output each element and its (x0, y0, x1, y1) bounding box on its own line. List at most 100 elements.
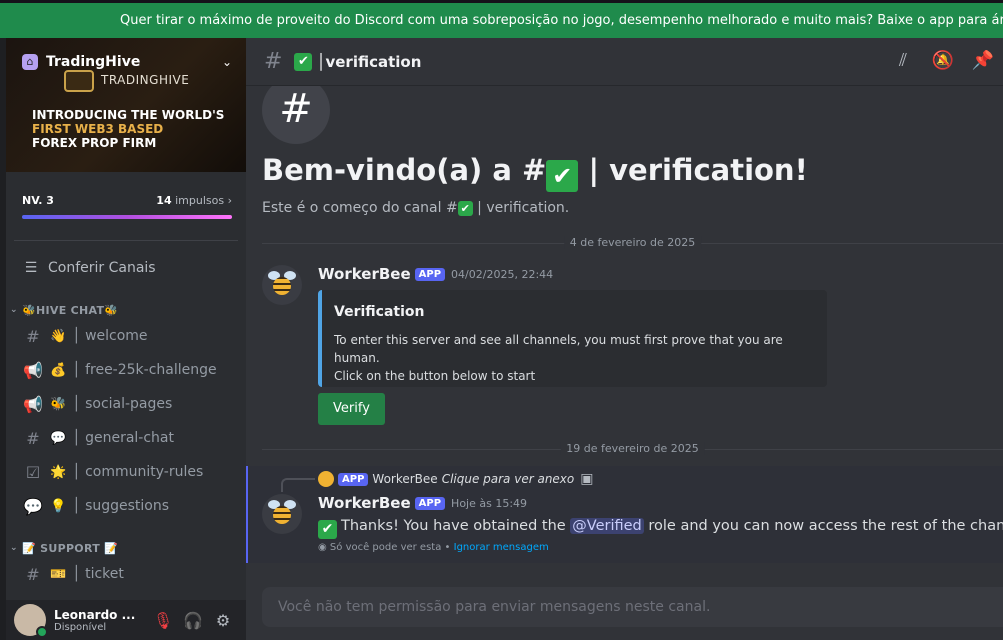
forum-icon: 💬 (23, 496, 43, 516)
channel-emoji: 🌟 (50, 464, 67, 480)
date-divider: 4 de fevereiro de 2025 (262, 236, 1003, 250)
channel-label: │ welcome (72, 328, 148, 344)
app-badge: APP (338, 472, 369, 486)
chevron-down-icon[interactable]: ⌄ (222, 55, 232, 69)
channel-title: │verification (316, 52, 422, 71)
eye-icon: ◉ (318, 542, 327, 553)
server-home-icon: ⌂ (22, 54, 38, 70)
avatar[interactable] (14, 604, 48, 638)
reply-author: WorkerBee (372, 472, 438, 486)
reply-reference[interactable]: APP WorkerBee Clique para ver anexo ▣ (318, 471, 593, 487)
welcome-subtitle: Este é o começo do canal # ✔ | verificati… (262, 200, 570, 216)
desktop-app-banner[interactable]: Quer tirar o máximo de proveito do Disco… (0, 0, 1003, 38)
online-status-icon (36, 626, 48, 638)
channel-label: │ general-chat (72, 430, 174, 446)
server-header[interactable]: ⌂ TradingHive ⌄ (6, 52, 246, 72)
channel-header: # ✔ │verification ⫽ 🔕 📌 (246, 38, 1003, 86)
timestamp: 04/02/2025, 22:44 (451, 267, 554, 281)
hash-icon: # (264, 49, 283, 74)
dismiss-message-link[interactable]: Ignorar mensagem (454, 542, 549, 553)
workerbee-avatar[interactable] (262, 265, 302, 305)
megaphone-icon: 📢 (23, 360, 43, 380)
mic-muted-icon[interactable]: 🎙 (148, 611, 178, 630)
verification-embed: Verification To enter this server and se… (318, 290, 827, 387)
channel-item-community-rules[interactable]: ☑ 🌟 │ community-rules (14, 455, 238, 489)
channel-emoji: 🎫 (50, 566, 67, 582)
category-support[interactable]: ⌄ 📝 SUPPORT 📝 (6, 539, 246, 557)
author-name[interactable]: WorkerBee (318, 494, 411, 512)
banner-headline-3: FOREX PROP FIRM (32, 136, 157, 150)
channel-sidebar: ⌂ TradingHive ⌄ TRADINGHIVE INTRODUCING … (6, 38, 246, 640)
channel-label: │ community-rules (72, 464, 204, 480)
user-panel: Leonardo ... Disponível 🎙 🎧 ⚙ (6, 600, 246, 640)
pin-icon[interactable]: 📌 (963, 50, 1003, 71)
sidebar-divider (14, 240, 238, 241)
channel-label: │ free-25k-challenge (72, 362, 217, 378)
channel-label: │ ticket (72, 566, 124, 582)
message-header: WorkerBee APP Hoje às 15:49 (318, 494, 527, 512)
ephemeral-notice: ◉ Só você pode ver esta • Ignorar mensag… (318, 542, 549, 553)
rules-icon: ☑ (25, 462, 41, 482)
category-hive-chat[interactable]: ⌄ 🐝HIVE CHAT🐝 (6, 301, 246, 319)
browse-channels-button[interactable]: ☰ Conferir Canais (14, 251, 238, 285)
hash-icon: # (26, 428, 40, 448)
channel-emoji: 🐝 (50, 396, 67, 412)
message-text: ✔ Thanks! You have obtained the @Verified… (318, 518, 1003, 539)
channel-item-free-25k-challenge[interactable]: 📢 💰 │ free-25k-challenge (14, 353, 238, 387)
reply-attachment-link[interactable]: Clique para ver anexo (442, 472, 575, 486)
hash-icon: # (26, 564, 40, 584)
app-badge: APP (414, 267, 446, 281)
threads-icon[interactable]: ⫽ (883, 50, 923, 71)
headphones-deafened-icon[interactable]: 🎧 (178, 611, 208, 630)
boost-progress[interactable]: NV. 3 14 impulsos › (6, 172, 246, 234)
gear-icon[interactable]: ⚙ (208, 611, 238, 630)
timestamp: Hoje às 15:49 (451, 496, 528, 510)
check-emoji-icon: ✔ (294, 52, 313, 71)
megaphone-icon: 📢 (23, 394, 43, 414)
boost-bar (22, 215, 232, 219)
channel-emoji: 👋 (50, 328, 67, 344)
chat-area: # ✔ │verification ⫽ 🔕 📌 # Bem-vindo(a) a… (246, 38, 1003, 640)
user-name: Leonardo ... (54, 607, 136, 622)
image-icon: ▣ (580, 471, 594, 487)
header-toolbar: ⫽ 🔕 📌 (883, 50, 1003, 71)
embed-title: Verification (334, 304, 425, 320)
hive-logo-icon (64, 70, 94, 92)
channel-label: │ social-pages (72, 396, 173, 412)
boost-level: NV. 3 (22, 194, 54, 207)
channel-item-welcome[interactable]: # 👋 │ welcome (14, 319, 238, 353)
chevron-down-icon: ⌄ (10, 543, 18, 553)
embed-description: To enter this server and see all channel… (334, 333, 783, 383)
channel-item-ticket[interactable]: # 🎫 │ ticket (14, 557, 238, 591)
user-info[interactable]: Leonardo ... Disponível (54, 608, 148, 633)
channel-item-suggestions[interactable]: 💬 💡 │ suggestions (14, 489, 238, 523)
banner-headline-1: INTRODUCING THE WORLD'S (32, 108, 225, 122)
message-verified: WorkerBee APP Hoje às 15:49 ✔ Thanks! You… (262, 494, 1003, 564)
category-label: 📝 SUPPORT 📝 (22, 541, 119, 555)
notification-bell-muted-icon[interactable]: 🔕 (923, 50, 963, 71)
browse-channels-label: Conferir Canais (48, 260, 156, 276)
role-mention[interactable]: @Verified (570, 518, 644, 534)
banner-logo-text: TRADINGHIVE (101, 73, 190, 87)
workerbee-avatar[interactable] (262, 494, 302, 534)
welcome-title: Bem-vindo(a) a # ✔ | verification! (262, 153, 808, 192)
channel-item-general-chat[interactable]: # 💬 │ general-chat (14, 421, 238, 455)
server-name: TradingHive (46, 54, 141, 70)
channel-emoji: 💡 (50, 498, 67, 514)
channel-item-social-pages[interactable]: 📢 🐝 │ social-pages (14, 387, 238, 421)
workerbee-mini-avatar (318, 471, 334, 487)
check-emoji-icon: ✔ (457, 201, 473, 216)
user-status: Disponível (54, 621, 107, 633)
check-emoji-icon: ✔ (318, 520, 337, 539)
reply-connector (281, 478, 315, 492)
list-icon: ☰ (24, 260, 38, 276)
server-banner[interactable]: ⌂ TradingHive ⌄ TRADINGHIVE INTRODUCING … (6, 38, 246, 172)
verify-button[interactable]: Verify (318, 393, 385, 425)
author-name[interactable]: WorkerBee (318, 265, 411, 283)
channel-emoji: 💬 (50, 430, 67, 446)
channel-label: │ suggestions (72, 498, 170, 514)
hash-icon: # (26, 326, 40, 346)
date-divider: 19 de fevereiro de 2025 (262, 442, 1003, 456)
app-badge: APP (414, 496, 446, 510)
check-emoji-icon: ✔ (546, 160, 579, 192)
